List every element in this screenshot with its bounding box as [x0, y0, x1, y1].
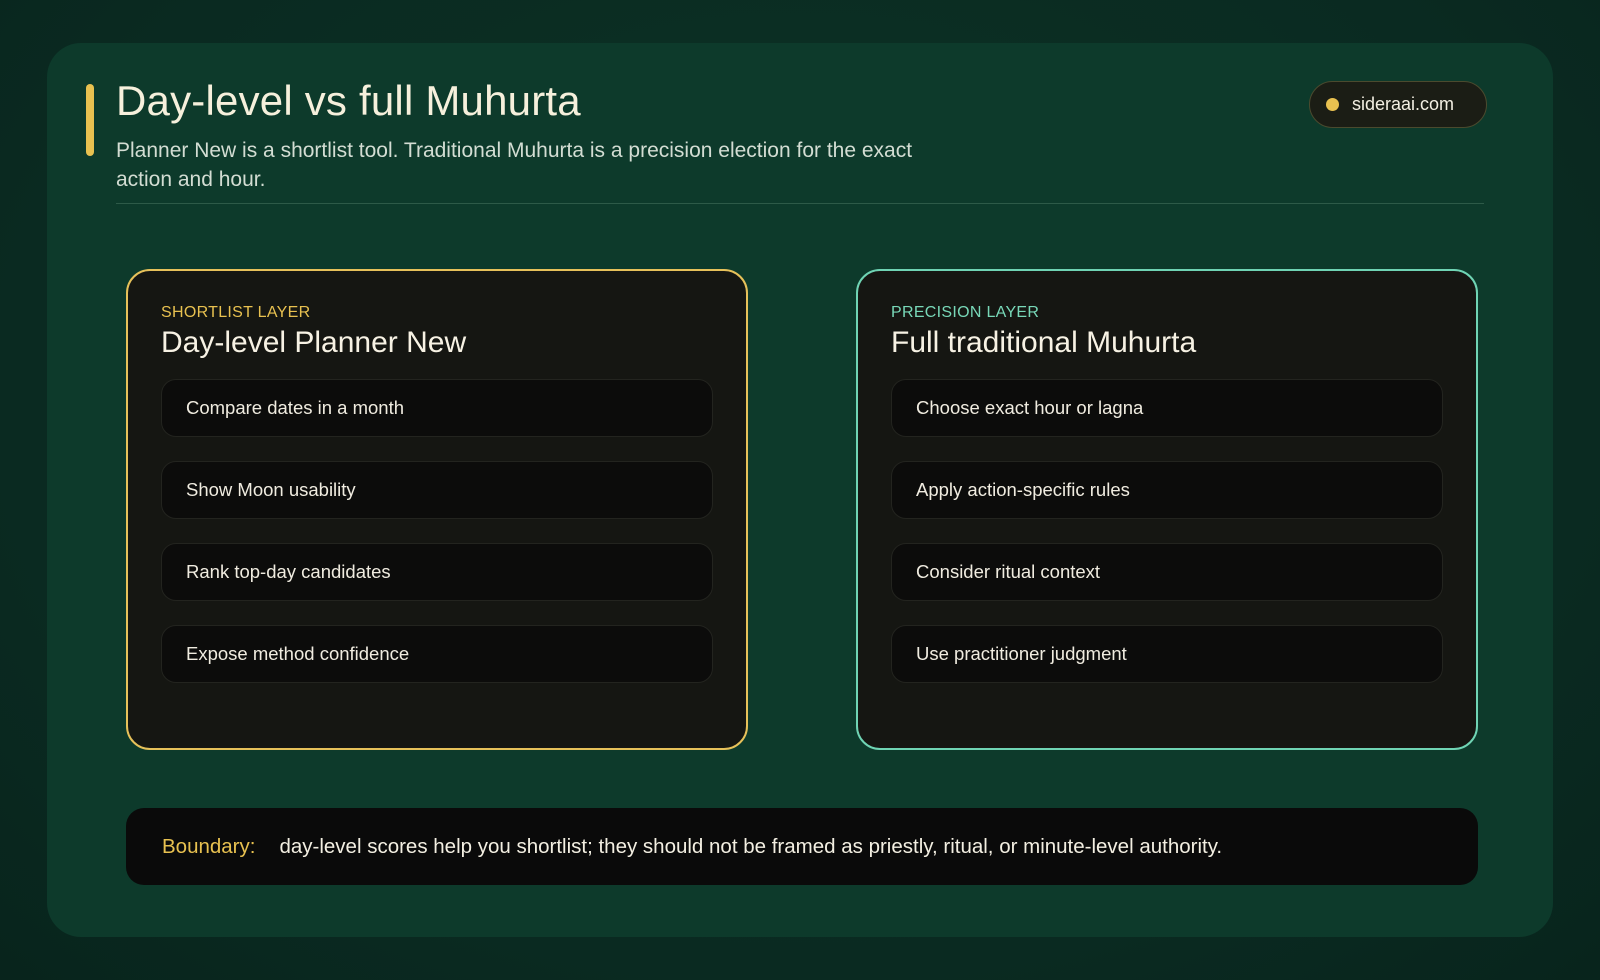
title-accent-bar [86, 84, 94, 156]
header-divider [116, 203, 1484, 204]
list-item: Use practitioner judgment [891, 625, 1443, 683]
boundary-label: Boundary: [162, 834, 256, 858]
panel-title: Day-level Planner New [161, 326, 467, 359]
boundary-note: Boundary: day-level scores help you shor… [126, 808, 1478, 885]
list-item: Consider ritual context [891, 543, 1443, 601]
precision-panel: PRECISION LAYER Full traditional Muhurta… [856, 269, 1478, 750]
shortlist-panel: SHORTLIST LAYER Day-level Planner New Co… [126, 269, 748, 750]
list-item: Rank top-day candidates [161, 543, 713, 601]
panel-title: Full traditional Muhurta [891, 326, 1197, 359]
site-badge[interactable]: sideraai.com [1309, 81, 1487, 128]
main-card: Day-level vs full Muhurta Planner New is… [47, 43, 1553, 937]
panel-kicker: SHORTLIST LAYER [161, 304, 311, 321]
site-badge-label: sideraai.com [1352, 94, 1455, 114]
boundary-text: day-level scores help you shortlist; the… [279, 834, 1223, 858]
list-item: Show Moon usability [161, 461, 713, 519]
page-title: Day-level vs full Muhurta [116, 77, 581, 124]
list-item: Apply action-specific rules [891, 461, 1443, 519]
list-item: Choose exact hour or lagna [891, 379, 1443, 437]
panel-kicker: PRECISION LAYER [891, 304, 1040, 321]
page-subtitle: Planner New is a shortlist tool. Traditi… [116, 139, 913, 191]
list-item: Compare dates in a month [161, 379, 713, 437]
list-item: Expose method confidence [161, 625, 713, 683]
status-dot-icon [1326, 98, 1339, 111]
